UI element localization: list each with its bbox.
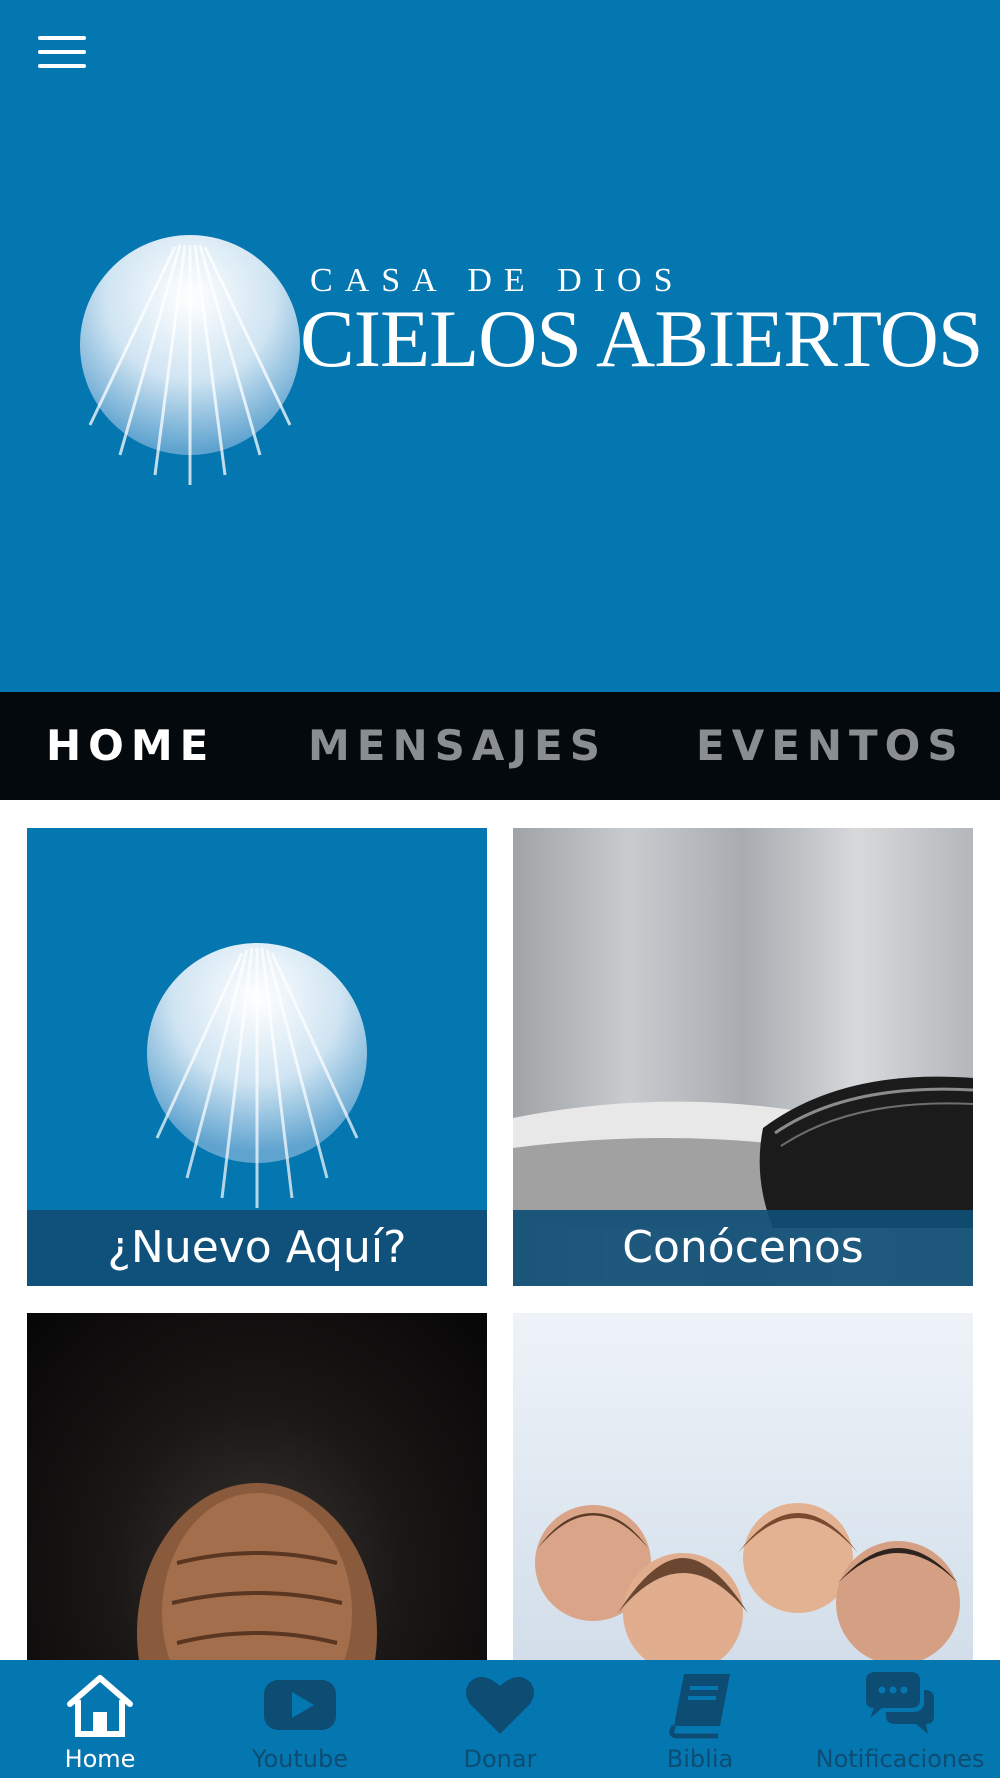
nav-youtube[interactable]: Youtube [200, 1660, 400, 1778]
chat-icon [866, 1672, 934, 1734]
nav-label: Youtube [252, 1745, 348, 1773]
tile-conocenos[interactable]: Conócenos [513, 828, 973, 1286]
header-banner: CASA DE DIOS CIELOS ABIERTOS [0, 0, 1000, 692]
top-tab-bar: HOME MENSAJES EVENTOS [0, 692, 1000, 800]
tab-home[interactable]: HOME [46, 692, 215, 800]
home-icon [67, 1675, 133, 1737]
tab-mensajes[interactable]: MENSAJES [308, 692, 607, 800]
nav-label: Notificaciones [815, 1745, 985, 1773]
nav-label: Donar [463, 1745, 537, 1773]
light-orb-icon [147, 943, 367, 1208]
nav-notificaciones[interactable]: Notificaciones [800, 1660, 1000, 1778]
youtube-icon [264, 1680, 336, 1730]
bottom-navigation: Home Youtube Donar Biblia Notificaciones [0, 1660, 1000, 1778]
tab-eventos[interactable]: EVENTOS [696, 692, 965, 800]
book-icon [669, 1674, 730, 1739]
light-orb-icon [80, 235, 300, 485]
nav-donar[interactable]: Donar [400, 1660, 600, 1778]
nav-label: Home [64, 1745, 136, 1773]
heart-icon [466, 1676, 534, 1734]
tile-nuevo-aqui[interactable]: ¿Nuevo Aquí? [27, 828, 487, 1286]
open-bible-image [513, 1076, 973, 1228]
tile-label: Conócenos [513, 1210, 973, 1286]
tile-label: ¿Nuevo Aquí? [27, 1210, 487, 1286]
nav-biblia[interactable]: Biblia [600, 1660, 800, 1778]
logo-title: CIELOS ABIERTOS [300, 293, 983, 384]
nav-home[interactable]: Home [0, 1660, 200, 1778]
hamburger-menu-icon[interactable] [30, 28, 96, 78]
nav-label: Biblia [666, 1745, 734, 1773]
church-logo: CASA DE DIOS CIELOS ABIERTOS [20, 210, 983, 510]
